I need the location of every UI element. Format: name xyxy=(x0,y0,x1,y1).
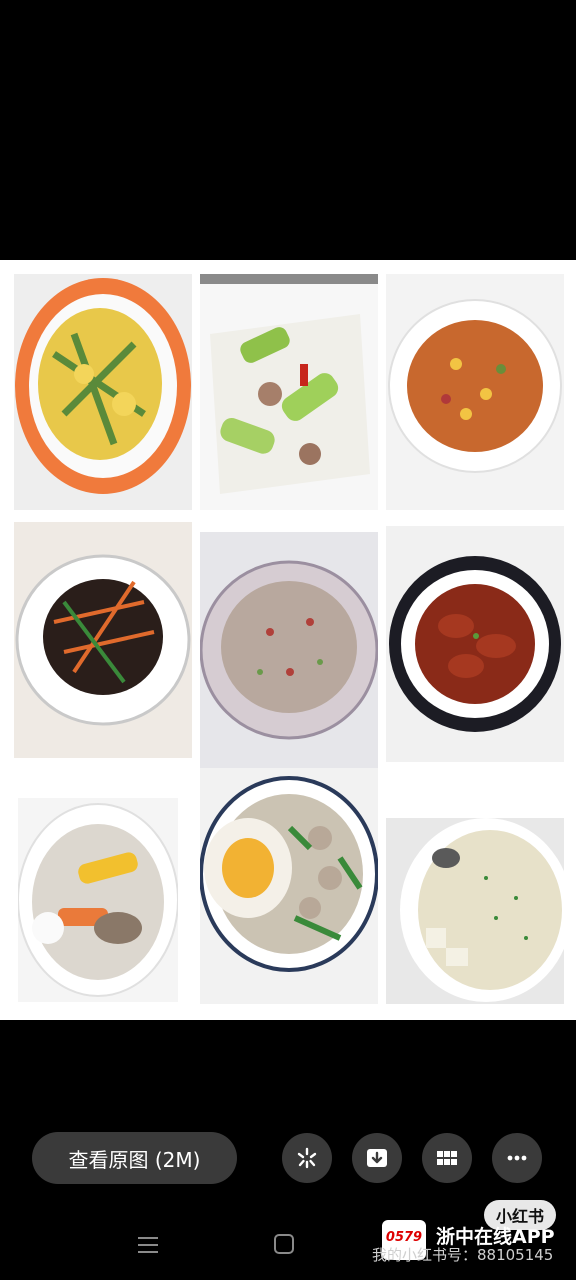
dish-photo-steamed-pork xyxy=(200,532,378,768)
photo-tile[interactable] xyxy=(14,274,192,510)
dish-photo-chicken-wings xyxy=(386,526,564,762)
photo-tile[interactable] xyxy=(18,798,178,1002)
more-button[interactable] xyxy=(492,1133,542,1183)
dish-photo-fish-tofu-soup xyxy=(386,818,564,1004)
lens-icon xyxy=(297,1147,317,1169)
dish-photo-corn-sausage xyxy=(386,274,564,510)
menu-icon[interactable] xyxy=(136,1234,160,1256)
dish-photo-zucchini-pork xyxy=(200,274,378,510)
grid-icon xyxy=(437,1151,457,1165)
system-nav-bar xyxy=(0,1208,576,1280)
top-black-area xyxy=(0,0,576,260)
lens-button[interactable] xyxy=(282,1133,332,1183)
view-original-label: 查看原图 (2M) xyxy=(68,1147,201,1172)
photo-tile[interactable] xyxy=(200,274,378,510)
grid-button[interactable] xyxy=(422,1133,472,1183)
photo-tile[interactable] xyxy=(200,768,378,1004)
photo-tile[interactable] xyxy=(200,532,378,768)
photo-tile[interactable] xyxy=(14,522,192,758)
photo-tile[interactable] xyxy=(386,526,564,762)
photo-tile[interactable] xyxy=(386,818,564,1004)
viewer-toolbar: 查看原图 (2M) xyxy=(0,1132,576,1186)
home-icon[interactable] xyxy=(274,1234,294,1254)
photo-tile[interactable] xyxy=(386,274,564,510)
dish-photo-corn-soup xyxy=(18,798,178,1002)
dish-photo-egg-meatball-soup xyxy=(200,768,378,1004)
photo-collage[interactable] xyxy=(0,260,576,1020)
view-original-button[interactable]: 查看原图 (2M) xyxy=(32,1132,237,1184)
download-button[interactable] xyxy=(352,1133,402,1183)
dish-photo-wood-ear xyxy=(14,522,192,758)
more-icon xyxy=(507,1155,527,1161)
dish-photo-eggs-cucumber xyxy=(14,274,192,510)
download-icon xyxy=(367,1149,387,1167)
